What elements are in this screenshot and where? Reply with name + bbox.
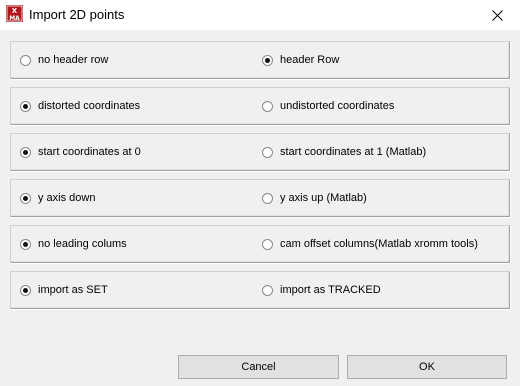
radio-label: no header row	[38, 54, 109, 66]
radio-button-icon	[262, 238, 273, 250]
radio-button-icon	[20, 238, 31, 250]
radio-button-icon	[20, 54, 31, 66]
cancel-button[interactable]: Cancel	[178, 355, 339, 379]
radio-start-at-0[interactable]: start coordinates at 0	[20, 134, 141, 170]
radio-y-axis-down[interactable]: y axis down	[20, 180, 95, 216]
radio-button-icon	[262, 192, 273, 204]
radio-no-header-row[interactable]: no header row	[20, 42, 108, 78]
radio-distorted-coordinates[interactable]: distorted coordinates	[20, 88, 140, 124]
radio-label: y axis down	[38, 192, 96, 204]
radio-import-as-set[interactable]: import as SET	[20, 272, 108, 308]
svg-text:X: X	[12, 7, 18, 15]
ok-button[interactable]: OK	[347, 355, 507, 379]
option-group-import-mode: import as SET import as TRACKED	[10, 271, 510, 309]
radio-import-as-tracked[interactable]: import as TRACKED	[262, 272, 381, 308]
option-group-coordinate-start: start coordinates at 0 start coordinates…	[10, 133, 510, 171]
radio-button-icon	[20, 192, 31, 204]
radio-label: start coordinates at 0	[38, 146, 141, 158]
radio-label: import as SET	[38, 284, 108, 296]
option-group-header-row: no header row header Row	[10, 41, 510, 79]
option-group-distortion: distorted coordinates undistorted coordi…	[10, 87, 510, 125]
radio-button-icon	[20, 100, 31, 112]
radio-button-icon	[262, 284, 273, 296]
xmalab-app-icon: X MA	[6, 5, 23, 22]
radio-label: undistorted coordinates	[280, 100, 395, 112]
radio-button-icon	[262, 54, 273, 66]
radio-label: import as TRACKED	[280, 284, 381, 296]
radio-button-icon	[262, 146, 273, 158]
radio-no-leading-columns[interactable]: no leading colums	[20, 226, 127, 262]
svg-text:MA: MA	[9, 15, 20, 22]
radio-button-icon	[20, 284, 31, 296]
radio-label: cam offset columns(Matlab xromm tools)	[280, 238, 478, 250]
title-bar: X MA Import 2D points	[0, 0, 520, 30]
radio-label: start coordinates at 1 (Matlab)	[280, 146, 427, 158]
radio-button-icon	[262, 100, 273, 112]
radio-undistorted-coordinates[interactable]: undistorted coordinates	[262, 88, 394, 124]
radio-y-axis-up[interactable]: y axis up (Matlab)	[262, 180, 367, 216]
radio-label: header Row	[280, 54, 340, 66]
radio-button-icon	[20, 146, 31, 158]
radio-label: no leading colums	[38, 238, 127, 250]
close-button[interactable]	[474, 0, 520, 30]
radio-cam-offset-columns[interactable]: cam offset columns(Matlab xromm tools)	[262, 226, 478, 262]
close-icon	[491, 9, 503, 21]
radio-label: distorted coordinates	[38, 100, 141, 112]
import-2d-points-dialog: X MA Import 2D points no header row head…	[0, 0, 520, 386]
radio-header-row[interactable]: header Row	[262, 42, 339, 78]
radio-label: y axis up (Matlab)	[280, 192, 367, 204]
option-group-leading-columns: no leading colums cam offset columns(Mat…	[10, 225, 510, 263]
option-group-y-axis: y axis down y axis up (Matlab)	[10, 179, 510, 217]
window-title: Import 2D points	[29, 7, 125, 22]
radio-start-at-1[interactable]: start coordinates at 1 (Matlab)	[262, 134, 426, 170]
